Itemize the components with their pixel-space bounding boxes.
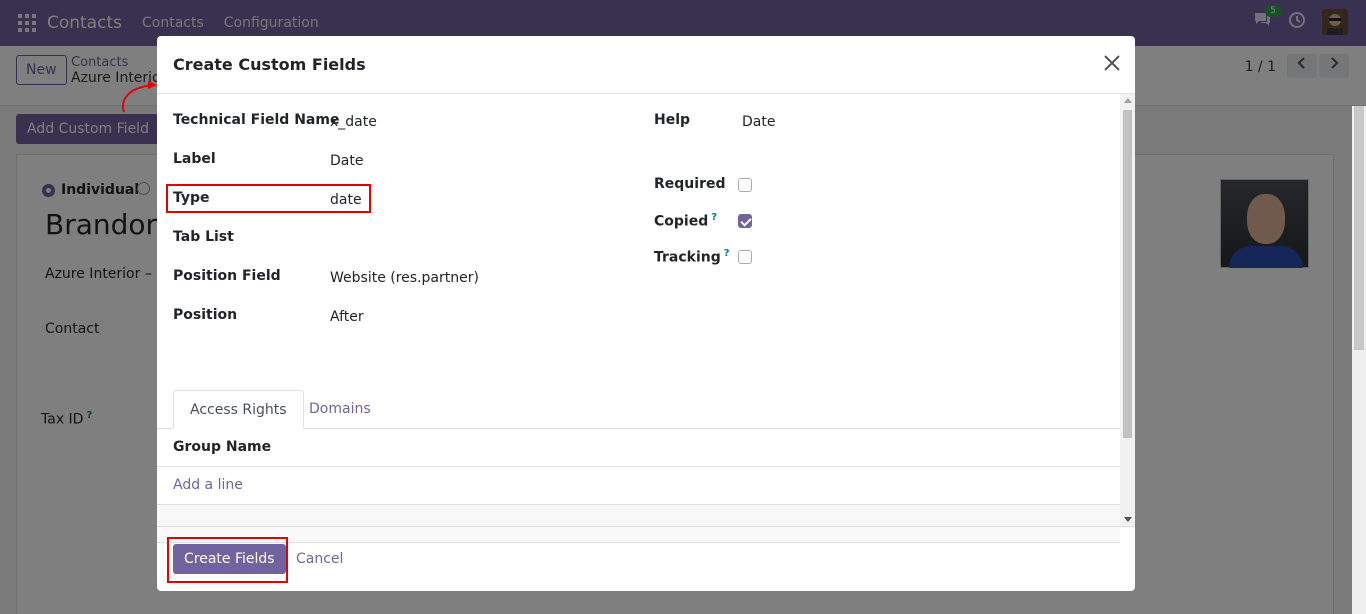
tab-domains[interactable]: Domains bbox=[293, 390, 387, 429]
dialog-body: Technical Field Name x_date Label Date T… bbox=[157, 94, 1120, 543]
scroll-down-icon[interactable] bbox=[1124, 517, 1132, 522]
tracking-label: Tracking? bbox=[654, 248, 730, 266]
add-line-link[interactable]: Add a line bbox=[173, 477, 243, 493]
page-scroll-thumb[interactable] bbox=[1354, 106, 1364, 350]
scroll-up-icon[interactable] bbox=[1124, 98, 1132, 103]
position-value[interactable]: After bbox=[330, 309, 364, 325]
dialog-header: Create Custom Fields bbox=[157, 36, 1135, 94]
dialog-scrollbar[interactable] bbox=[1120, 94, 1135, 526]
table-header-row: Group Name bbox=[157, 429, 1120, 467]
position-field-label: Position Field bbox=[173, 268, 281, 284]
dialog-footer: Create Fields Cancel bbox=[157, 526, 1135, 591]
table-row: Add a line bbox=[157, 467, 1120, 505]
technical-field-name-value[interactable]: x_date bbox=[330, 114, 377, 130]
close-icon[interactable] bbox=[1103, 54, 1121, 72]
scroll-thumb[interactable] bbox=[1123, 110, 1132, 438]
pointer-arrow-icon bbox=[122, 81, 157, 113]
help-label: Help bbox=[654, 112, 691, 128]
tab-list-label: Tab List bbox=[173, 229, 234, 245]
copied-checkbox[interactable] bbox=[738, 214, 752, 228]
required-checkbox[interactable] bbox=[738, 178, 752, 192]
dialog-title: Create Custom Fields bbox=[173, 55, 366, 74]
page-scrollbar[interactable] bbox=[1352, 106, 1366, 614]
required-label: Required bbox=[654, 176, 726, 192]
help-value[interactable]: Date bbox=[742, 114, 775, 130]
tab-access-rights[interactable]: Access Rights bbox=[173, 390, 304, 429]
dialog-tabs: Access Rights Domains bbox=[157, 390, 1120, 429]
create-custom-fields-dialog: Create Custom Fields Technical Field Nam… bbox=[157, 36, 1135, 591]
position-field-value[interactable]: Website (res.partner) bbox=[330, 270, 479, 286]
group-name-header[interactable]: Group Name bbox=[173, 439, 271, 455]
copied-label: Copied? bbox=[654, 212, 718, 230]
label-field-value[interactable]: Date bbox=[330, 153, 363, 169]
position-label: Position bbox=[173, 307, 238, 323]
type-field-highlight bbox=[166, 184, 371, 213]
label-field-label: Label bbox=[173, 151, 216, 167]
create-button-highlight bbox=[167, 537, 288, 583]
cancel-button[interactable]: Cancel bbox=[296, 551, 343, 567]
tracking-checkbox[interactable] bbox=[738, 250, 752, 264]
technical-field-name-label: Technical Field Name bbox=[173, 112, 340, 128]
